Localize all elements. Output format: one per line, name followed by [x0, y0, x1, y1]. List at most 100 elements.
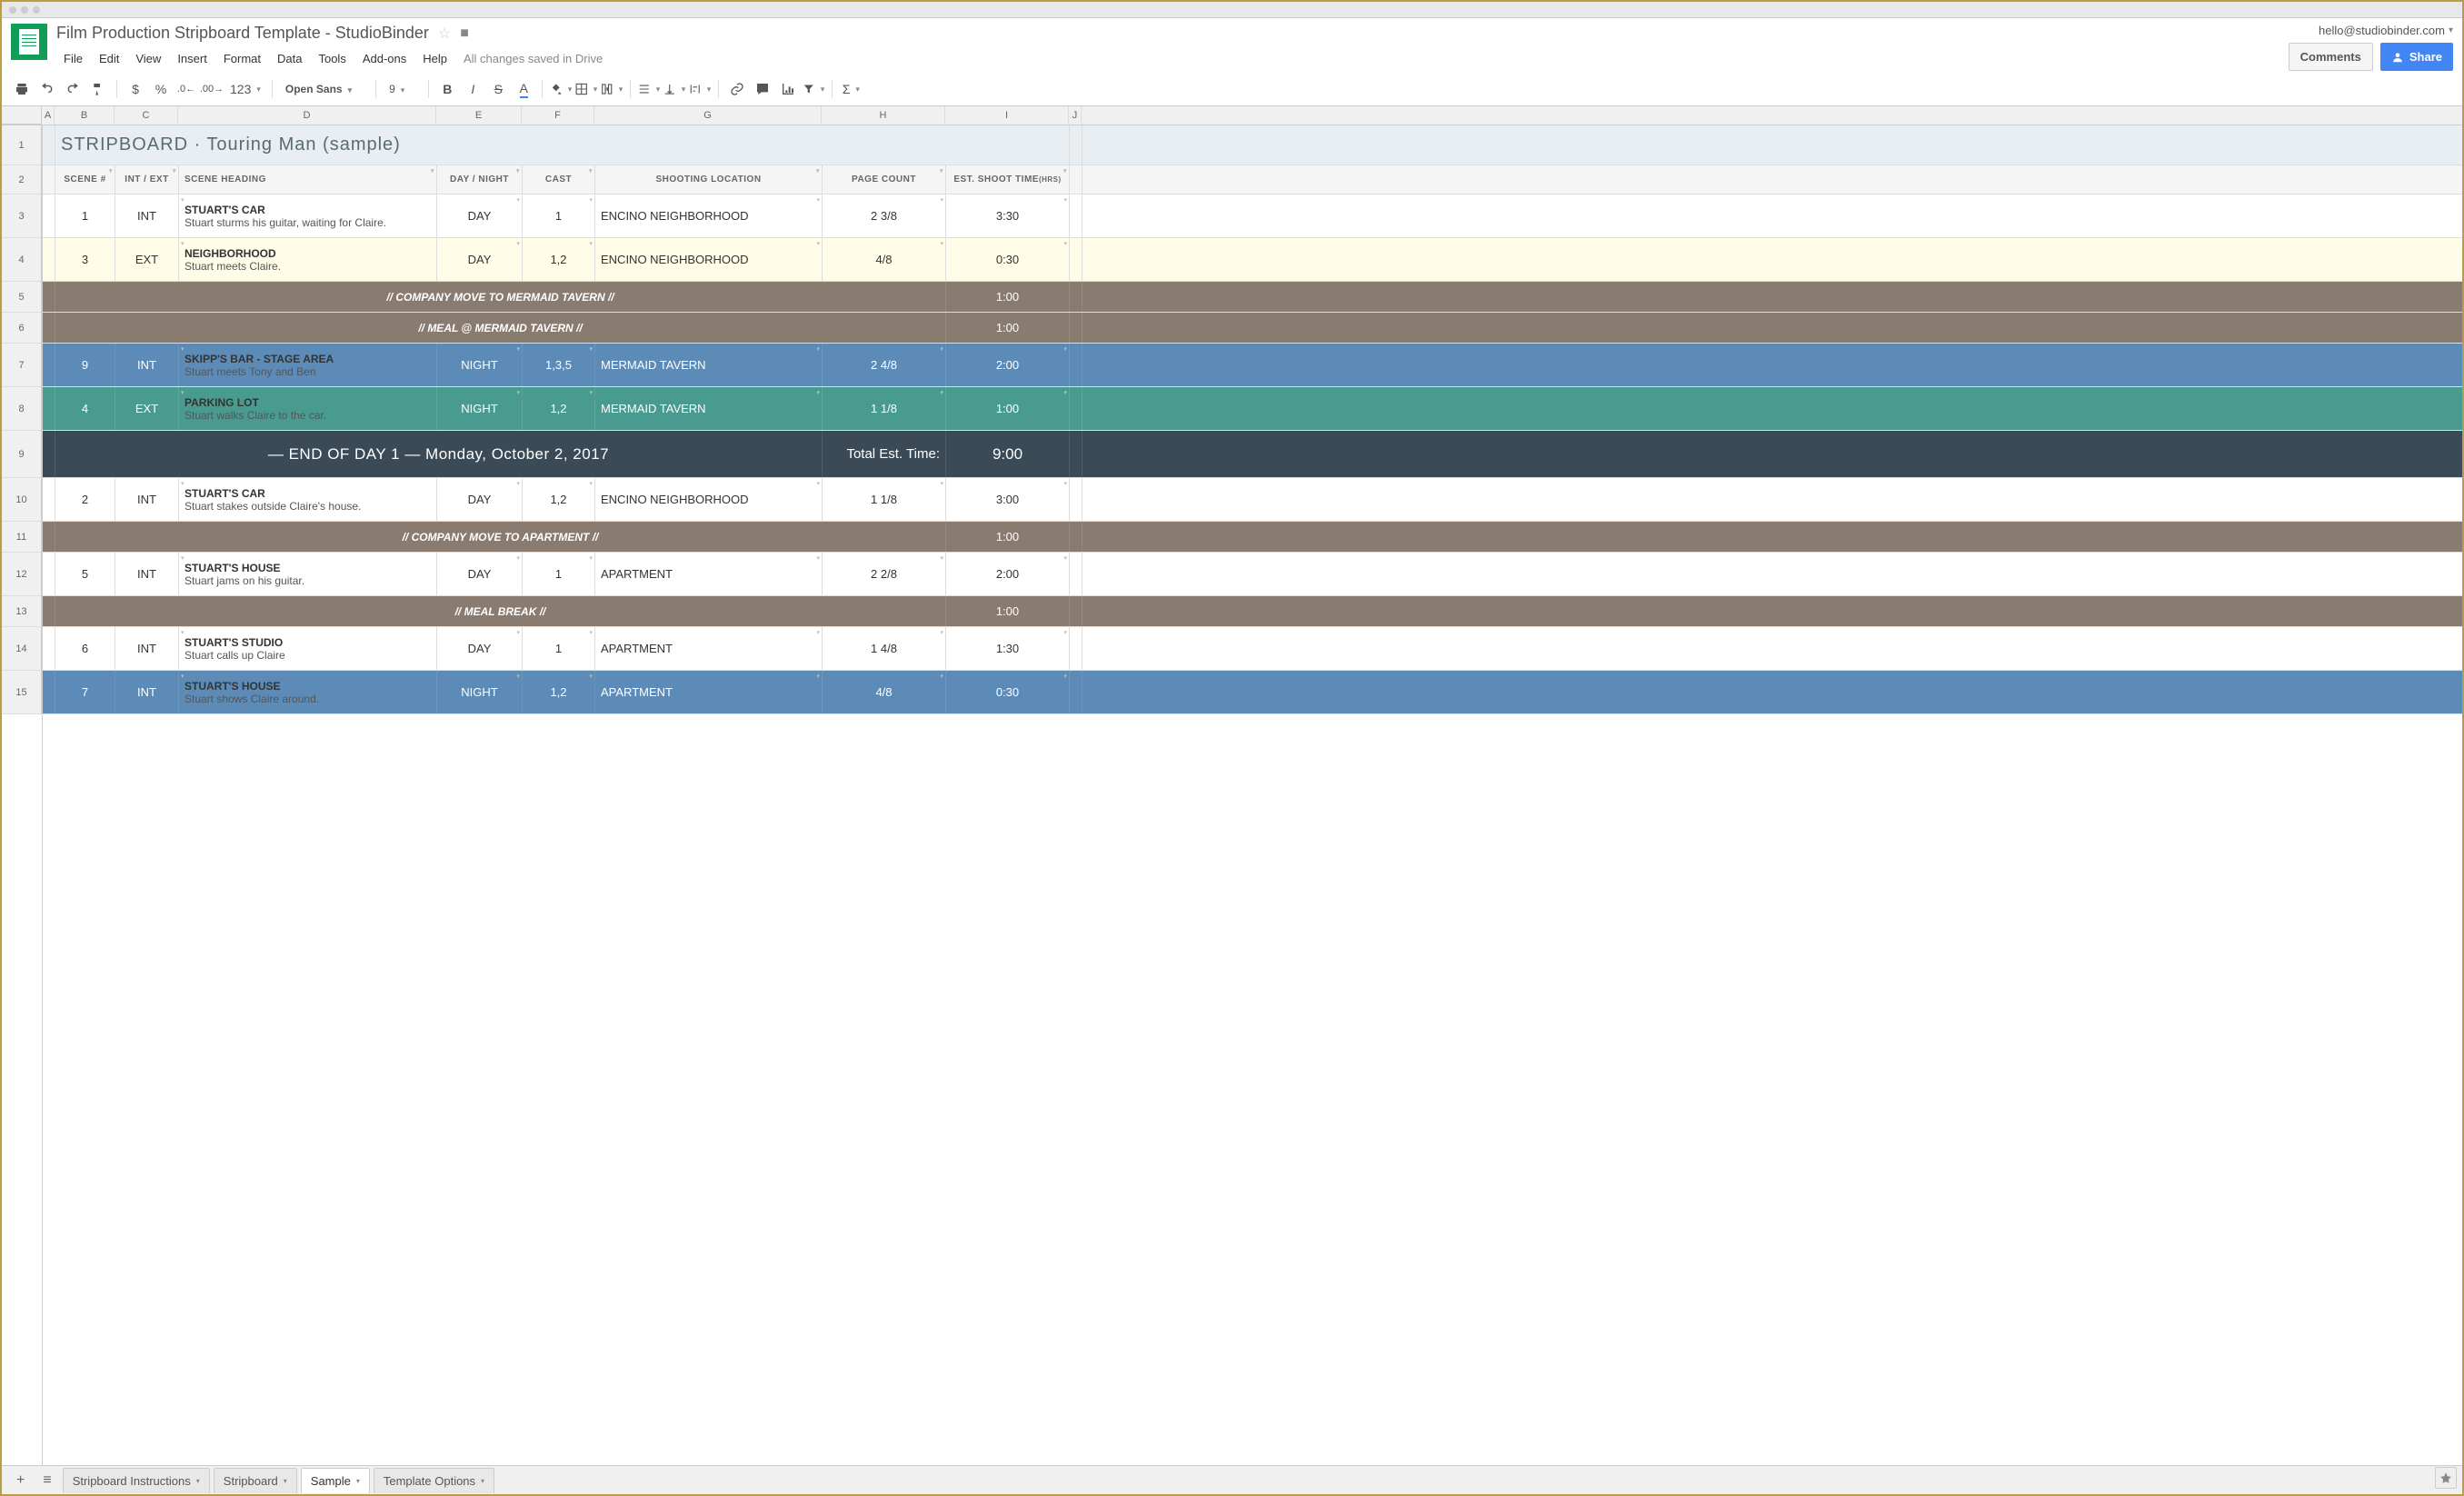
menu-tools[interactable]: Tools: [311, 48, 353, 69]
col-header-H[interactable]: H: [822, 106, 945, 125]
italic-icon[interactable]: I: [462, 78, 484, 100]
cell[interactable]: [43, 431, 55, 477]
chart-icon[interactable]: [777, 78, 799, 100]
cell[interactable]: ▾CAST: [523, 165, 595, 194]
cell[interactable]: [43, 596, 55, 626]
cell[interactable]: 1:00: [946, 313, 1070, 343]
cell[interactable]: ▾APARTMENT: [595, 627, 823, 670]
bold-icon[interactable]: B: [436, 78, 458, 100]
banner-text[interactable]: // MEAL @ MERMAID TAVERN //: [55, 313, 946, 343]
strikethrough-icon[interactable]: S: [487, 78, 509, 100]
row-header-2[interactable]: 2: [2, 165, 42, 194]
row-header-5[interactable]: 5: [2, 282, 42, 313]
col-header-F[interactable]: F: [522, 106, 594, 125]
cell[interactable]: ▾SHOOTING LOCATION: [595, 165, 823, 194]
cell[interactable]: 1:00: [946, 522, 1070, 552]
cell[interactable]: ▾NEIGHBORHOODStuart meets Claire.: [179, 238, 437, 281]
paint-format-icon[interactable]: [87, 78, 109, 100]
row-header-10[interactable]: 10: [2, 478, 42, 522]
cell[interactable]: [1070, 431, 1082, 477]
v-align-icon[interactable]: [663, 78, 685, 100]
cell[interactable]: ▾SCENE #: [55, 165, 115, 194]
cell[interactable]: ▾STUART'S CARStuart sturms his guitar, w…: [179, 194, 437, 237]
cell[interactable]: INT: [115, 194, 179, 237]
cell[interactable]: [43, 313, 55, 343]
cell[interactable]: 9:00: [946, 431, 1070, 477]
cell[interactable]: ▾1:30: [946, 627, 1070, 670]
h-align-icon[interactable]: [638, 78, 660, 100]
row-header-12[interactable]: 12: [2, 553, 42, 596]
cell[interactable]: 1:00: [946, 282, 1070, 312]
menu-view[interactable]: View: [128, 48, 168, 69]
explore-button[interactable]: [2435, 1467, 2457, 1489]
menu-add-ons[interactable]: Add-ons: [355, 48, 414, 69]
cell[interactable]: ▾NIGHT: [437, 387, 523, 430]
cell[interactable]: ▾STUART'S CARStuart stakes outside Clair…: [179, 478, 437, 521]
row-header-11[interactable]: 11: [2, 522, 42, 553]
cell[interactable]: ▾1,3,5: [523, 344, 595, 386]
col-header-G[interactable]: G: [594, 106, 822, 125]
cell[interactable]: [1070, 125, 1082, 165]
cell[interactable]: [1070, 596, 1082, 626]
fill-color-icon[interactable]: [550, 78, 572, 100]
cell[interactable]: ▾1 1/8: [823, 478, 946, 521]
redo-icon[interactable]: [62, 78, 84, 100]
cell[interactable]: ▾1 1/8: [823, 387, 946, 430]
link-icon[interactable]: [726, 78, 748, 100]
cell[interactable]: 7: [55, 671, 115, 713]
cell[interactable]: ▾1,2: [523, 238, 595, 281]
text-color-icon[interactable]: A: [513, 78, 534, 100]
menu-format[interactable]: Format: [216, 48, 268, 69]
end-day-text[interactable]: — END OF DAY 1 — Monday, October 2, 2017: [55, 431, 823, 477]
cell[interactable]: [1070, 627, 1082, 670]
cell[interactable]: Total Est. Time:: [823, 431, 946, 477]
cell[interactable]: ▾MERMAID TAVERN: [595, 344, 823, 386]
sheets-logo[interactable]: [11, 24, 47, 60]
cell[interactable]: [1070, 478, 1082, 521]
col-header-B[interactable]: B: [55, 106, 115, 125]
col-header-I[interactable]: I: [945, 106, 1069, 125]
cell[interactable]: ▾EST. SHOOT TIME (HRS): [946, 165, 1070, 194]
text-wrap-icon[interactable]: [689, 78, 711, 100]
banner-text[interactable]: // COMPANY MOVE TO APARTMENT //: [55, 522, 946, 552]
cell[interactable]: [43, 522, 55, 552]
cell[interactable]: ▾1,2: [523, 671, 595, 713]
cell[interactable]: [1070, 387, 1082, 430]
merge-cells-icon[interactable]: [601, 78, 623, 100]
menu-data[interactable]: Data: [270, 48, 309, 69]
cell[interactable]: [1070, 553, 1082, 595]
sheet-tab-template-options[interactable]: Template Options ▾: [374, 1468, 494, 1493]
cell[interactable]: ▾STUART'S STUDIOStuart calls up Claire: [179, 627, 437, 670]
cell[interactable]: [43, 553, 55, 595]
sheet-tab-stripboard[interactable]: Stripboard ▾: [214, 1468, 297, 1493]
decimal-increase-icon[interactable]: .00→: [201, 78, 223, 100]
cell[interactable]: [43, 238, 55, 281]
cell[interactable]: ▾STUART'S HOUSEStuart shows Claire aroun…: [179, 671, 437, 713]
cell[interactable]: [43, 478, 55, 521]
undo-icon[interactable]: [36, 78, 58, 100]
cell[interactable]: ▾DAY / NIGHT: [437, 165, 523, 194]
sheet-tab-stripboard-instructions[interactable]: Stripboard Instructions ▾: [63, 1468, 210, 1493]
row-header-4[interactable]: 4: [2, 238, 42, 282]
cell[interactable]: ▾PARKING LOTStuart walks Claire to the c…: [179, 387, 437, 430]
col-header-D[interactable]: D: [178, 106, 436, 125]
menu-file[interactable]: File: [56, 48, 90, 69]
cell[interactable]: INT: [115, 671, 179, 713]
cell[interactable]: ▾DAY: [437, 238, 523, 281]
doc-title[interactable]: Film Production Stripboard Template - St…: [56, 24, 429, 43]
col-header-A[interactable]: A: [42, 106, 55, 125]
cell[interactable]: 1: [55, 194, 115, 237]
cell[interactable]: ▾2 4/8: [823, 344, 946, 386]
cell[interactable]: ▾4/8: [823, 671, 946, 713]
sheet-tab-sample[interactable]: Sample ▾: [301, 1468, 370, 1493]
col-header-J[interactable]: J: [1069, 106, 1082, 125]
cell[interactable]: [43, 282, 55, 312]
cell[interactable]: ▾1 4/8: [823, 627, 946, 670]
cell[interactable]: [1070, 165, 1082, 194]
currency-icon[interactable]: $: [125, 78, 146, 100]
cell[interactable]: ▾1: [523, 553, 595, 595]
cell[interactable]: ▾NIGHT: [437, 671, 523, 713]
cell[interactable]: EXT: [115, 387, 179, 430]
cell[interactable]: ▾DAY: [437, 627, 523, 670]
cell[interactable]: [43, 344, 55, 386]
